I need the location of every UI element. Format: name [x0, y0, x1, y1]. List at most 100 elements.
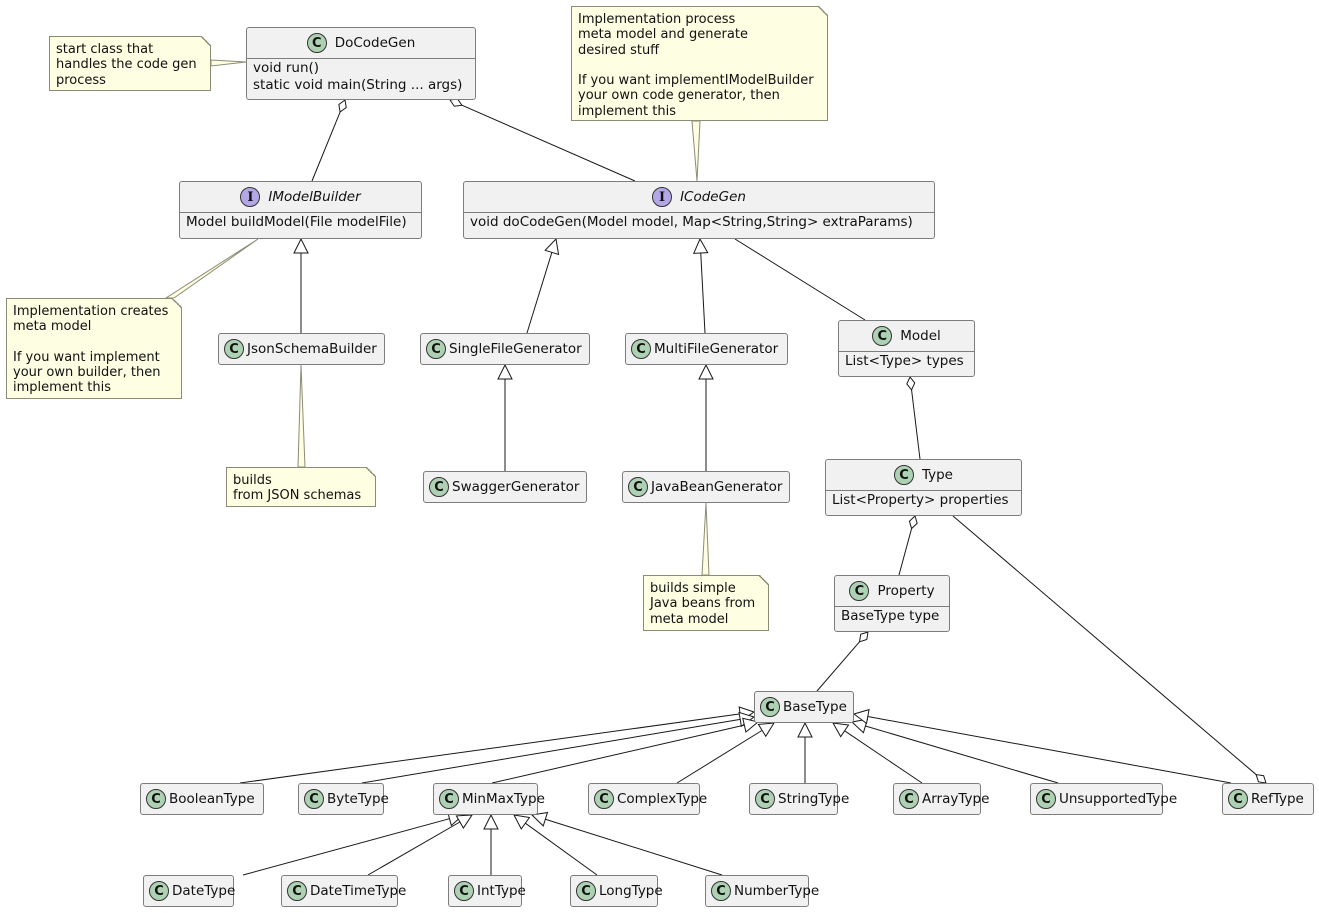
class-string-type[interactable]: C StringType — [749, 783, 849, 815]
class-json-schema-builder[interactable]: C JsonSchemaBuilder — [218, 333, 385, 365]
edge-line — [898, 528, 913, 576]
class-name: DateTimeType — [310, 883, 407, 899]
class-badge-icon: C — [429, 477, 449, 497]
class-badge-icon: C — [287, 881, 307, 901]
edge-line — [361, 718, 741, 784]
class-name: MultiFileGenerator — [654, 341, 779, 357]
class-complex-type[interactable]: C ComplexType — [588, 783, 707, 815]
class-badge-icon: C — [1228, 789, 1248, 809]
inheritance-arrowhead — [698, 363, 714, 380]
class-boolean-type[interactable]: C BooleanType — [140, 783, 264, 815]
class-header: C BaseType — [755, 692, 853, 722]
class-name: ByteType — [327, 791, 389, 807]
class-ref-type[interactable]: C RefType — [1222, 783, 1314, 815]
class-name: ICodeGen — [680, 189, 746, 205]
class-name: MinMaxType — [462, 791, 545, 807]
inheritance-arrowhead — [692, 237, 709, 254]
class-name: JavaBeanGenerator — [651, 479, 783, 495]
class-date-type[interactable]: C DateType — [143, 875, 235, 907]
class-header: C StringType — [750, 784, 849, 814]
class-header: C ComplexType — [589, 784, 707, 814]
inheritance-edge — [242, 811, 465, 876]
class-name: ComplexType — [617, 791, 708, 807]
class-swagger-generator[interactable]: C SwaggerGenerator — [423, 471, 587, 503]
class-badge-icon: C — [872, 326, 893, 346]
class-members: List<Property> properties — [826, 491, 1021, 509]
interface-badge-icon: I — [240, 187, 261, 207]
aggregation-edge — [952, 515, 1267, 784]
aggregation-diamond — [338, 99, 347, 113]
class-model[interactable]: C Model List<Type> types — [838, 320, 975, 377]
inheritance-edge — [676, 722, 775, 784]
note-jsonschemabuilder: builds from JSON schemas — [226, 467, 376, 507]
class-name: BaseType — [783, 699, 847, 715]
class-int-type[interactable]: C IntType — [448, 875, 526, 907]
interface-icode-gen[interactable]: I ICodeGen void doCodeGen(Model model, Map… — [463, 181, 935, 239]
class-name: NumberType — [734, 883, 820, 899]
inheritance-edge — [797, 721, 813, 783]
class-header: C DateType — [144, 876, 235, 906]
class-name: SingleFileGenerator — [449, 341, 582, 357]
class-date-time-type[interactable]: C DateTimeType — [281, 875, 406, 907]
note-connector — [164, 238, 259, 299]
class-member: List<Property> properties — [832, 492, 1009, 508]
class-header: C BooleanType — [141, 784, 263, 814]
class-badge-icon: C — [146, 789, 166, 809]
edge-line — [367, 821, 461, 876]
diagram-edges — [164, 59, 1267, 876]
class-badge-icon: C — [631, 339, 651, 359]
edge-line — [525, 822, 598, 876]
class-byte-type[interactable]: C ByteType — [298, 783, 389, 815]
class-multi-file-generator[interactable]: C MultiFileGenerator — [625, 333, 788, 365]
class-member: BaseType type — [841, 608, 940, 624]
class-header: C DateTimeType — [282, 876, 406, 906]
edge-line — [867, 716, 1232, 784]
edge-line — [952, 515, 1257, 775]
aggregation-edge — [898, 515, 918, 576]
aggregation-diamond — [908, 515, 918, 530]
edge-line — [311, 111, 341, 182]
class-min-max-type[interactable]: C MinMaxType — [433, 783, 545, 815]
class-name: ArrayType — [922, 791, 990, 807]
class-header: C SingleFileGenerator — [421, 334, 589, 364]
class-badge-icon: C — [711, 881, 731, 901]
class-name: Model — [900, 328, 941, 344]
class-header: C JsonSchemaBuilder — [219, 334, 384, 364]
class-badge-icon: C — [439, 789, 459, 809]
class-badge-icon: C — [893, 465, 914, 485]
class-member: static void main(String ... args) — [253, 77, 463, 93]
inheritance-arrowhead — [757, 722, 775, 738]
inheritance-edge — [293, 237, 309, 333]
class-base-type[interactable]: C BaseType — [754, 691, 854, 723]
class-java-bean-generator[interactable]: C JavaBeanGenerator — [622, 471, 790, 503]
class-name: StringType — [778, 791, 850, 807]
aggregation-edge — [816, 631, 869, 692]
interface-imodel-builder[interactable]: I IModelBuilder Model buildModel(File mode… — [179, 181, 422, 239]
class-name: SwaggerGenerator — [452, 479, 580, 495]
class-member: Model buildModel(File modelFile) — [186, 214, 407, 230]
class-long-type[interactable]: C LongType — [570, 875, 663, 907]
class-badge-icon: C — [306, 33, 327, 53]
class-members: void run() static void main(String ... ar… — [247, 59, 475, 94]
class-header: C DoCodeGen — [247, 28, 475, 59]
inheritance-edge — [526, 237, 560, 334]
class-header: C IntType — [449, 876, 526, 906]
inheritance-edge — [361, 711, 756, 784]
class-name: Type — [921, 467, 953, 483]
class-do-code-gen[interactable]: C DoCodeGen void run() static void main(Str… — [246, 27, 476, 100]
class-single-file-generator[interactable]: C SingleFileGenerator — [420, 333, 590, 365]
aggregation-edge — [311, 99, 347, 182]
class-unsupported-type[interactable]: C UnsupportedType — [1030, 783, 1177, 815]
aggregation-diamond — [449, 98, 463, 107]
association-edge — [734, 238, 866, 321]
class-members: Model buildModel(File modelFile) — [180, 213, 421, 231]
class-type[interactable]: C Type List<Property> properties — [825, 459, 1022, 516]
class-number-type[interactable]: C NumberType — [705, 875, 819, 907]
class-name: IModelBuilder — [268, 189, 361, 205]
class-array-type[interactable]: C ArrayType — [893, 783, 989, 815]
class-badge-icon: C — [1036, 789, 1056, 809]
class-property[interactable]: C Property BaseType type — [834, 575, 950, 632]
edge-line — [816, 641, 860, 692]
class-badge-icon: C — [454, 881, 474, 901]
class-header: C UnsupportedType — [1031, 784, 1177, 814]
